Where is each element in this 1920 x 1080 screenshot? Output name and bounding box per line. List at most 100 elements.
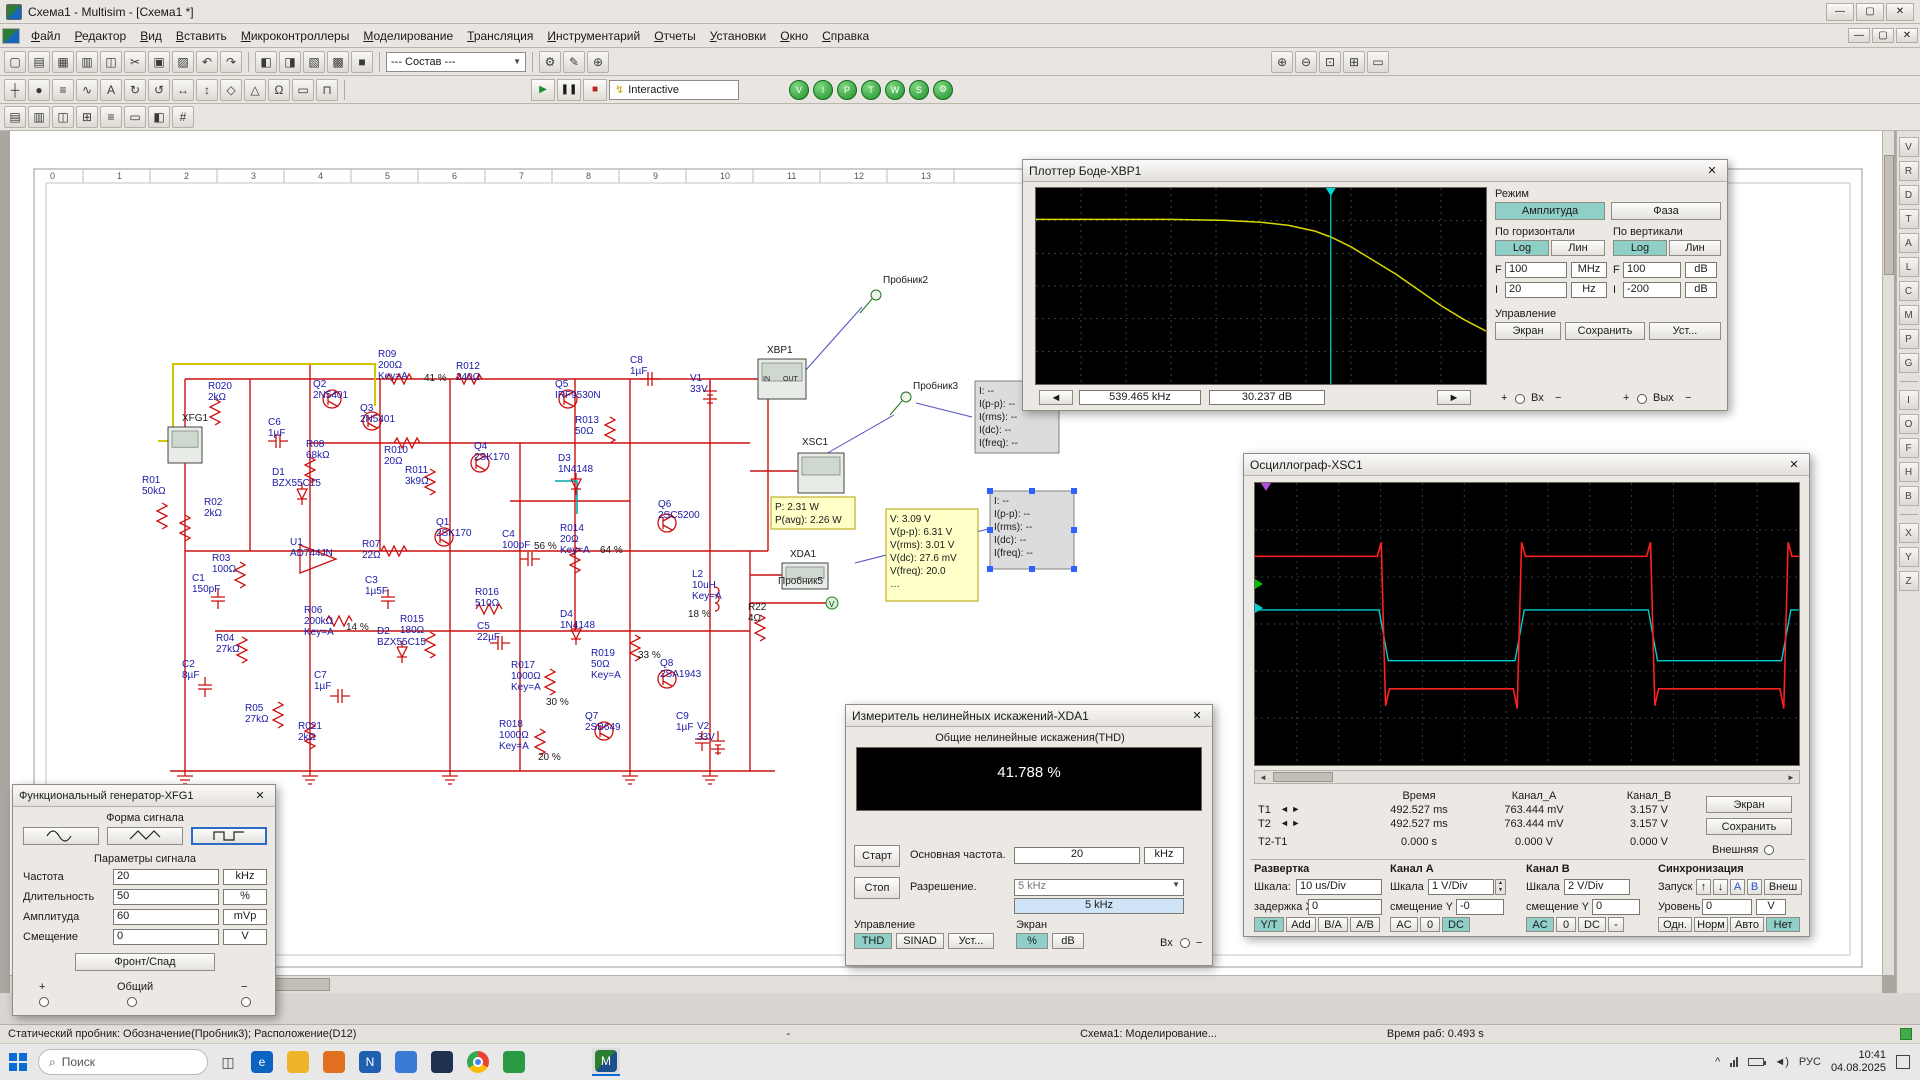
mdi-child-icon[interactable] [2, 28, 20, 44]
bode-set-button[interactable]: Уст... [1649, 322, 1721, 340]
scope-edge-falling-button[interactable]: ↓ [1713, 879, 1728, 895]
thd-set-button[interactable]: Уст... [948, 933, 994, 949]
bode-hlog-button[interactable]: Log [1495, 240, 1549, 256]
bode-cursor-left-button[interactable]: ◄ [1039, 390, 1073, 405]
thd-start-button[interactable]: Старт [854, 845, 900, 867]
probe-settings-icon[interactable]: ⚙ [933, 80, 953, 100]
grid-icon[interactable]: ⊞ [76, 106, 98, 128]
menu-окно[interactable]: Окно [773, 26, 815, 46]
junction-icon[interactable]: ● [28, 79, 50, 101]
mixed-group-icon[interactable]: G [1899, 353, 1919, 373]
grapher-icon[interactable]: ▩ [327, 51, 349, 73]
bode-phase-button[interactable]: Фаза [1611, 202, 1721, 220]
rotate-cw-icon[interactable]: ↻ [124, 79, 146, 101]
close-icon[interactable]: ✕ [1703, 164, 1721, 177]
scope-chb-ac-button[interactable]: AC [1526, 917, 1554, 932]
menu-моделирование[interactable]: Моделирование [356, 26, 460, 46]
voltage-probe-marker[interactable]: V [826, 597, 838, 609]
fg-duty-field[interactable]: 50 [113, 889, 219, 905]
app-blue2-icon[interactable] [392, 1048, 420, 1076]
scope-trigger-ext-button[interactable]: Внеш [1764, 879, 1802, 895]
fg-triangle-button[interactable] [107, 827, 183, 845]
thd-sinad-button[interactable]: SINAD [896, 933, 944, 949]
bode-vi-field[interactable]: -200 [1623, 282, 1681, 298]
fg-duty-unit[interactable]: % [223, 889, 267, 905]
scope-timebase-field[interactable]: 10 us/Div [1296, 879, 1382, 895]
media-app-icon[interactable] [428, 1048, 456, 1076]
power-group-icon[interactable]: P [1899, 329, 1919, 349]
multisim-icon[interactable]: M [592, 1048, 620, 1076]
clock[interactable]: 10:41 04.08.2025 [1831, 1049, 1886, 1075]
save-icon[interactable]: ▦ [52, 51, 74, 73]
window-distortion-analyzer[interactable]: Измеритель нелинейных искажений-XDA1 ✕ О… [845, 704, 1213, 966]
stop-icon[interactable]: ■ [583, 79, 607, 101]
start-button[interactable] [4, 1048, 32, 1076]
menu-установки[interactable]: Установки [703, 26, 774, 46]
spreadsheet-icon[interactable]: ◨ [279, 51, 301, 73]
bode-vlog-button[interactable]: Log [1613, 240, 1667, 256]
view1-icon[interactable]: ▤ [4, 106, 26, 128]
scope-cha-offset-field[interactable]: -0 [1456, 899, 1504, 915]
scope-screen-button[interactable]: Экран [1706, 796, 1792, 813]
connector-group-icon[interactable]: O [1899, 414, 1919, 434]
scope-cha-zero-button[interactable]: 0 [1420, 917, 1440, 932]
postprocessor-icon[interactable]: ■ [351, 51, 373, 73]
scope-trigger-a-button[interactable]: A [1730, 879, 1745, 895]
menu-трансляция[interactable]: Трансляция [460, 26, 540, 46]
hier-block-icon[interactable]: Y [1899, 547, 1919, 567]
thd-res-option[interactable]: 5 kHz [1014, 898, 1184, 914]
fg-amp-field[interactable]: 60 [113, 909, 219, 925]
transistor-group-icon[interactable]: T [1899, 209, 1919, 229]
title-bar[interactable]: Схема1 - Multisim - [Схема1 *] — ▢ ✕ [0, 0, 1920, 24]
probe-signal-icon[interactable]: S [909, 80, 929, 100]
text-icon[interactable]: A [100, 79, 122, 101]
preview-icon[interactable]: ◫ [100, 51, 122, 73]
mdi-close-button[interactable]: ✕ [1896, 28, 1918, 43]
bode-save-button[interactable]: Сохранить [1565, 322, 1645, 340]
bode-hf-unit[interactable]: MHz [1571, 262, 1607, 278]
scope-scrollbar[interactable]: ◄► [1254, 770, 1800, 784]
pause-icon[interactable]: ❚❚ [557, 79, 581, 101]
network-icon[interactable] [1730, 1057, 1738, 1067]
scope-external-radio[interactable] [1764, 845, 1774, 855]
scope-add-button[interactable]: Add [1286, 917, 1316, 932]
scope-none-button[interactable]: Нет [1766, 917, 1800, 932]
list-icon[interactable]: ≡ [100, 106, 122, 128]
fullscreen-icon[interactable]: ▭ [1367, 51, 1389, 73]
scope-cha-scale-spinner[interactable]: ▲▼ [1495, 879, 1506, 895]
mdi-minimize-button[interactable]: — [1848, 28, 1870, 43]
bode-screen-button[interactable]: Экран [1495, 322, 1561, 340]
close-icon[interactable]: ✕ [251, 789, 269, 802]
zoom-fit-icon[interactable]: ⊞ [1343, 51, 1365, 73]
close-button[interactable]: ✕ [1886, 3, 1914, 21]
design-toolbox-icon[interactable]: ◧ [255, 51, 277, 73]
language-indicator[interactable]: РУС [1799, 1056, 1821, 1068]
scope-cha-scale-field[interactable]: 1 V/Div [1428, 879, 1494, 895]
run-icon[interactable]: ▶ [531, 79, 555, 101]
scope-xdelay-field[interactable]: 0 [1308, 899, 1382, 915]
probe2-flag[interactable] [860, 290, 881, 313]
menu-отчеты[interactable]: Отчеты [647, 26, 703, 46]
mcu-group-icon[interactable]: X [1899, 523, 1919, 543]
fg-amp-unit[interactable]: mVp [223, 909, 267, 925]
scope-ab-button[interactable]: A/B [1350, 917, 1380, 932]
scope-level-field[interactable]: 0 [1702, 899, 1752, 915]
app-blue-icon[interactable]: N [356, 1048, 384, 1076]
hierarchy-icon[interactable]: △ [244, 79, 266, 101]
bode-titlebar[interactable]: Плоттер Боде-XBP1 ✕ [1023, 160, 1727, 182]
labview-icon[interactable] [500, 1048, 528, 1076]
bode-hlin-button[interactable]: Лин [1551, 240, 1605, 256]
fg-freq-field[interactable]: 20 [113, 869, 219, 885]
probe-watt-icon[interactable]: W [885, 80, 905, 100]
fg-freq-unit[interactable]: kHz [223, 869, 267, 885]
electromech-icon[interactable]: H [1899, 462, 1919, 482]
copy-icon[interactable]: ▣ [148, 51, 170, 73]
view2-icon[interactable]: ▥ [28, 106, 50, 128]
bode-vlin-button[interactable]: Лин [1669, 240, 1721, 256]
task-view-button[interactable]: ◫ [214, 1048, 242, 1076]
scope-edge-rising-button[interactable]: ↑ [1696, 879, 1711, 895]
window-bode-plotter[interactable]: Плоттер Боде-XBP1 ✕ ◄ 539.465 kHz 30.237… [1022, 159, 1728, 411]
thd-res-combo[interactable]: 5 kHz▼ [1014, 879, 1184, 896]
new-icon[interactable]: ▢ [4, 51, 26, 73]
ttl-group-icon[interactable]: L [1899, 257, 1919, 277]
